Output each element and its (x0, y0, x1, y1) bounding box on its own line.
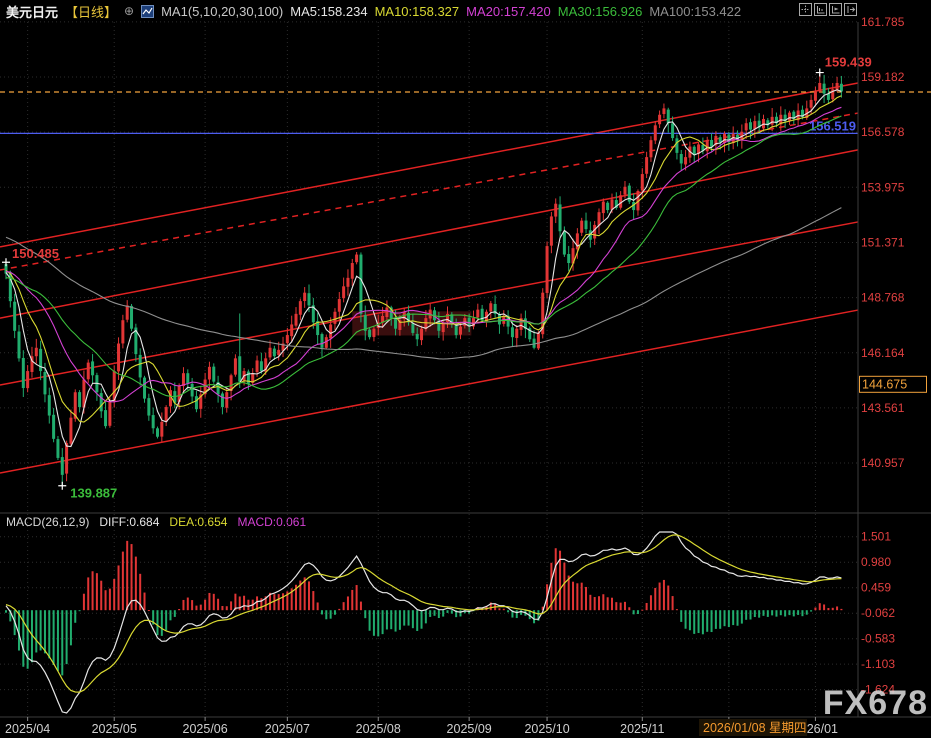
svg-text:2025/04: 2025/04 (5, 722, 50, 736)
x-axis: 2025/04 2025/05 2025/06 2025/07 2025/08 2025/… (5, 717, 838, 736)
svg-text:1.501: 1.501 (861, 530, 891, 544)
svg-text:2025/11: 2025/11 (620, 722, 664, 736)
svg-text:FX678: FX678 (823, 684, 928, 722)
svg-text:150.485: 150.485 (12, 246, 59, 261)
svg-text:2025/09: 2025/09 (447, 722, 492, 736)
macd-histogram (5, 541, 842, 676)
svg-text:-0.583: -0.583 (861, 632, 895, 646)
svg-text:144.675: 144.675 (862, 377, 907, 391)
svg-text:153.975: 153.975 (861, 180, 905, 194)
svg-text:2025/05: 2025/05 (92, 722, 137, 736)
svg-text:159.439: 159.439 (825, 55, 872, 70)
svg-text:0.459: 0.459 (861, 581, 891, 595)
chart-canvas[interactable]: 156.519 150.485 139.887 159.439 161.785 159.1… (0, 0, 931, 738)
svg-text:143.561: 143.561 (861, 401, 905, 415)
svg-text:148.768: 148.768 (861, 291, 905, 305)
svg-text:156.519: 156.519 (809, 118, 856, 133)
svg-text:140.957: 140.957 (861, 456, 905, 470)
svg-text:2026/01/08 星期四: 2026/01/08 星期四 (703, 721, 807, 735)
svg-text:0.980: 0.980 (861, 555, 891, 569)
macd-axis-labels: 1.5010.9800.459-0.062-0.583-1.103-1.624 (861, 530, 895, 697)
svg-text:146.164: 146.164 (861, 346, 905, 360)
svg-text:-1.103: -1.103 (861, 657, 895, 671)
ma30-line (6, 116, 841, 397)
svg-text:2025/06: 2025/06 (183, 722, 228, 736)
svg-text:151.371: 151.371 (861, 235, 905, 249)
support-line: 156.519 (0, 118, 858, 133)
svg-text:161.785: 161.785 (861, 15, 905, 29)
svg-text:-0.062: -0.062 (861, 606, 895, 620)
svg-text:2025/08: 2025/08 (356, 722, 401, 736)
svg-text:156.578: 156.578 (861, 125, 905, 139)
swing-annotations: 150.485 139.887 159.439 (2, 55, 872, 501)
svg-text:139.887: 139.887 (70, 486, 117, 501)
svg-text:2025/07: 2025/07 (265, 722, 310, 736)
watermark: FX678 (823, 684, 928, 722)
svg-text:2025/10: 2025/10 (524, 722, 569, 736)
trading-terminal: 美元日元 【日线】 ⊕ MA1(5,10,20,30,100) MA5:158.… (0, 0, 931, 738)
svg-text:159.182: 159.182 (861, 70, 905, 84)
price-axis-labels: 161.785 159.182 156.578 153.975 151.371 148.7… (860, 15, 927, 470)
